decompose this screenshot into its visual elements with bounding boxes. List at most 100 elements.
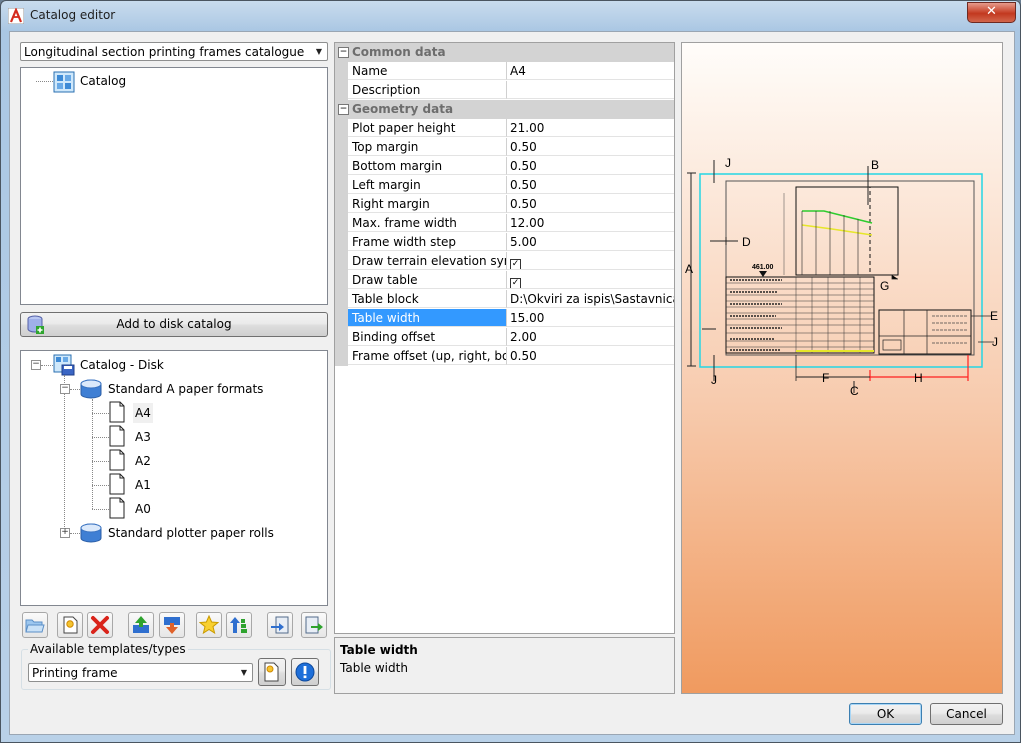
tree-item-a1[interactable]: A1 (135, 475, 151, 495)
collapse-icon[interactable]: − (338, 104, 349, 115)
property-row-name[interactable]: Name A4 (335, 62, 674, 81)
property-value[interactable]: 0.50 (507, 138, 674, 156)
catalog-select[interactable]: Longitudinal section printing frames cat… (20, 42, 328, 61)
export-button[interactable] (301, 612, 327, 638)
database-icon (80, 523, 102, 543)
open-folder-button[interactable] (22, 612, 48, 638)
description-panel: Table width Table width (334, 637, 675, 694)
dimension-label-j: J (725, 156, 731, 170)
property-name: Description (348, 81, 507, 99)
close-button[interactable]: ✕ (967, 2, 1016, 23)
property-grid: − Common data Name A4 Description − Geom… (334, 42, 675, 634)
description-title: Table width (340, 643, 418, 657)
property-name: Bottom margin (348, 157, 507, 175)
new-item-button[interactable] (57, 612, 83, 638)
category-geometry-data[interactable]: − Geometry data (335, 100, 674, 119)
property-value[interactable]: 2.00 (507, 328, 674, 346)
property-value[interactable]: A4 (507, 62, 674, 80)
sort-button[interactable] (226, 612, 252, 638)
property-row-draw-terrain-elevation[interactable]: Draw terrain elevation symbo ✓ (335, 252, 674, 271)
move-down-button[interactable] (159, 612, 185, 638)
new-template-icon (264, 662, 279, 682)
property-value[interactable]: 5.00 (507, 233, 674, 251)
property-value[interactable]: D:\Okviri za ispis\Sastavnica.dw (507, 290, 674, 308)
property-value[interactable]: 15.00 (507, 309, 674, 327)
template-type-value: Printing frame (32, 666, 118, 680)
document-icon (109, 497, 125, 519)
property-value[interactable]: 0.50 (507, 157, 674, 175)
sort-icon (230, 617, 247, 633)
property-value[interactable]: 12.00 (507, 214, 674, 232)
property-value[interactable]: 0.50 (507, 347, 674, 365)
property-row-right-margin[interactable]: Right margin 0.50 (335, 195, 674, 214)
property-row-bottom-margin[interactable]: Bottom margin 0.50 (335, 157, 674, 176)
favorite-star-icon (199, 615, 219, 635)
property-row-top-margin[interactable]: Top margin 0.50 (335, 138, 674, 157)
elevation-label: 461.00 (752, 264, 774, 271)
delete-button[interactable] (87, 612, 113, 638)
catalog-editor-window: Catalog editor ✕ Longitudinal section pr… (0, 0, 1021, 743)
dimension-label-b: B (871, 158, 879, 172)
catalog-tree[interactable]: Catalog (20, 67, 328, 305)
property-row-plot-paper-height[interactable]: Plot paper height 21.00 (335, 119, 674, 138)
add-to-disk-catalog-button[interactable]: Add to disk catalog (20, 312, 328, 337)
chevron-down-icon: ▼ (240, 668, 248, 677)
collapse-icon[interactable]: − (31, 360, 41, 370)
template-type-select[interactable]: Printing frame ▼ (28, 663, 253, 682)
property-value[interactable]: 0.50 (507, 195, 674, 213)
cancel-button[interactable]: Cancel (930, 703, 1003, 725)
disk-catalog-icon (53, 354, 75, 376)
property-row-binding-offset[interactable]: Binding offset 2.00 (335, 328, 674, 347)
dimension-label-f: F (822, 371, 829, 385)
document-icon (109, 473, 125, 495)
import-button[interactable] (267, 612, 293, 638)
move-up-button[interactable] (128, 612, 154, 638)
property-name: Name (348, 62, 507, 80)
expand-icon[interactable]: + (60, 528, 70, 538)
collapse-icon[interactable]: − (338, 47, 349, 58)
category-label: Common data (352, 45, 446, 59)
property-row-max-frame-width[interactable]: Max. frame width 12.00 (335, 214, 674, 233)
ok-button[interactable]: OK (849, 703, 922, 725)
tree-group-label[interactable]: Standard A paper formats (108, 379, 263, 399)
disk-root-label[interactable]: Catalog - Disk (80, 355, 164, 375)
disk-catalog-tree[interactable]: − Catalog - Disk − Standard A paper form… (20, 350, 328, 606)
property-row-table-width[interactable]: Table width 15.00 (335, 309, 674, 328)
title-bar[interactable]: Catalog editor ✕ (1, 1, 1020, 31)
description-text: Table width (340, 661, 408, 675)
property-row-draw-table[interactable]: Draw table ✓ (335, 271, 674, 290)
new-template-button[interactable] (258, 658, 286, 686)
property-row-description[interactable]: Description (335, 81, 674, 100)
property-value[interactable]: 0.50 (507, 176, 674, 194)
tree-item-a2[interactable]: A2 (135, 451, 151, 471)
property-value[interactable]: 21.00 (507, 119, 674, 137)
info-button[interactable] (291, 658, 319, 686)
document-icon (109, 425, 125, 447)
info-icon (295, 662, 315, 682)
tree-item-a3[interactable]: A3 (135, 427, 151, 447)
property-value[interactable] (507, 81, 674, 99)
property-row-table-block[interactable]: Table block D:\Okviri za ispis\Sastavnic… (335, 290, 674, 309)
property-row-frame-offset[interactable]: Frame offset (up, right, botto 0.50 (335, 347, 674, 366)
favorite-button[interactable] (196, 612, 222, 638)
frame-preview-drawing: 461.00 A B C D E F G H J J J (685, 156, 998, 398)
dialog-client: Longitudinal section printing frames cat… (9, 31, 1015, 735)
window-title: Catalog editor (30, 8, 116, 22)
tree-group-label[interactable]: Standard plotter paper rolls (108, 523, 274, 543)
property-row-left-margin[interactable]: Left margin 0.50 (335, 176, 674, 195)
category-common-data[interactable]: − Common data (335, 43, 674, 62)
checkbox-checked[interactable]: ✓ (510, 259, 521, 269)
dimension-label-e: E (990, 309, 998, 323)
property-name: Draw terrain elevation symbo (348, 252, 507, 270)
checkbox-checked[interactable]: ✓ (510, 278, 521, 288)
chevron-down-icon: ▼ (315, 47, 323, 56)
collapse-icon[interactable]: − (60, 384, 70, 394)
tree-item-a0[interactable]: A0 (135, 499, 151, 519)
open-folder-icon (25, 619, 45, 633)
property-row-frame-width-step[interactable]: Frame width step 5.00 (335, 233, 674, 252)
catalog-root-label[interactable]: Catalog (80, 71, 126, 91)
tree-item-a4[interactable]: A4 (133, 403, 153, 423)
frame-preview: 461.00 A B C D E F G H J J J (681, 42, 1003, 694)
document-icon (109, 401, 125, 423)
dimension-label-c: C (850, 384, 859, 398)
